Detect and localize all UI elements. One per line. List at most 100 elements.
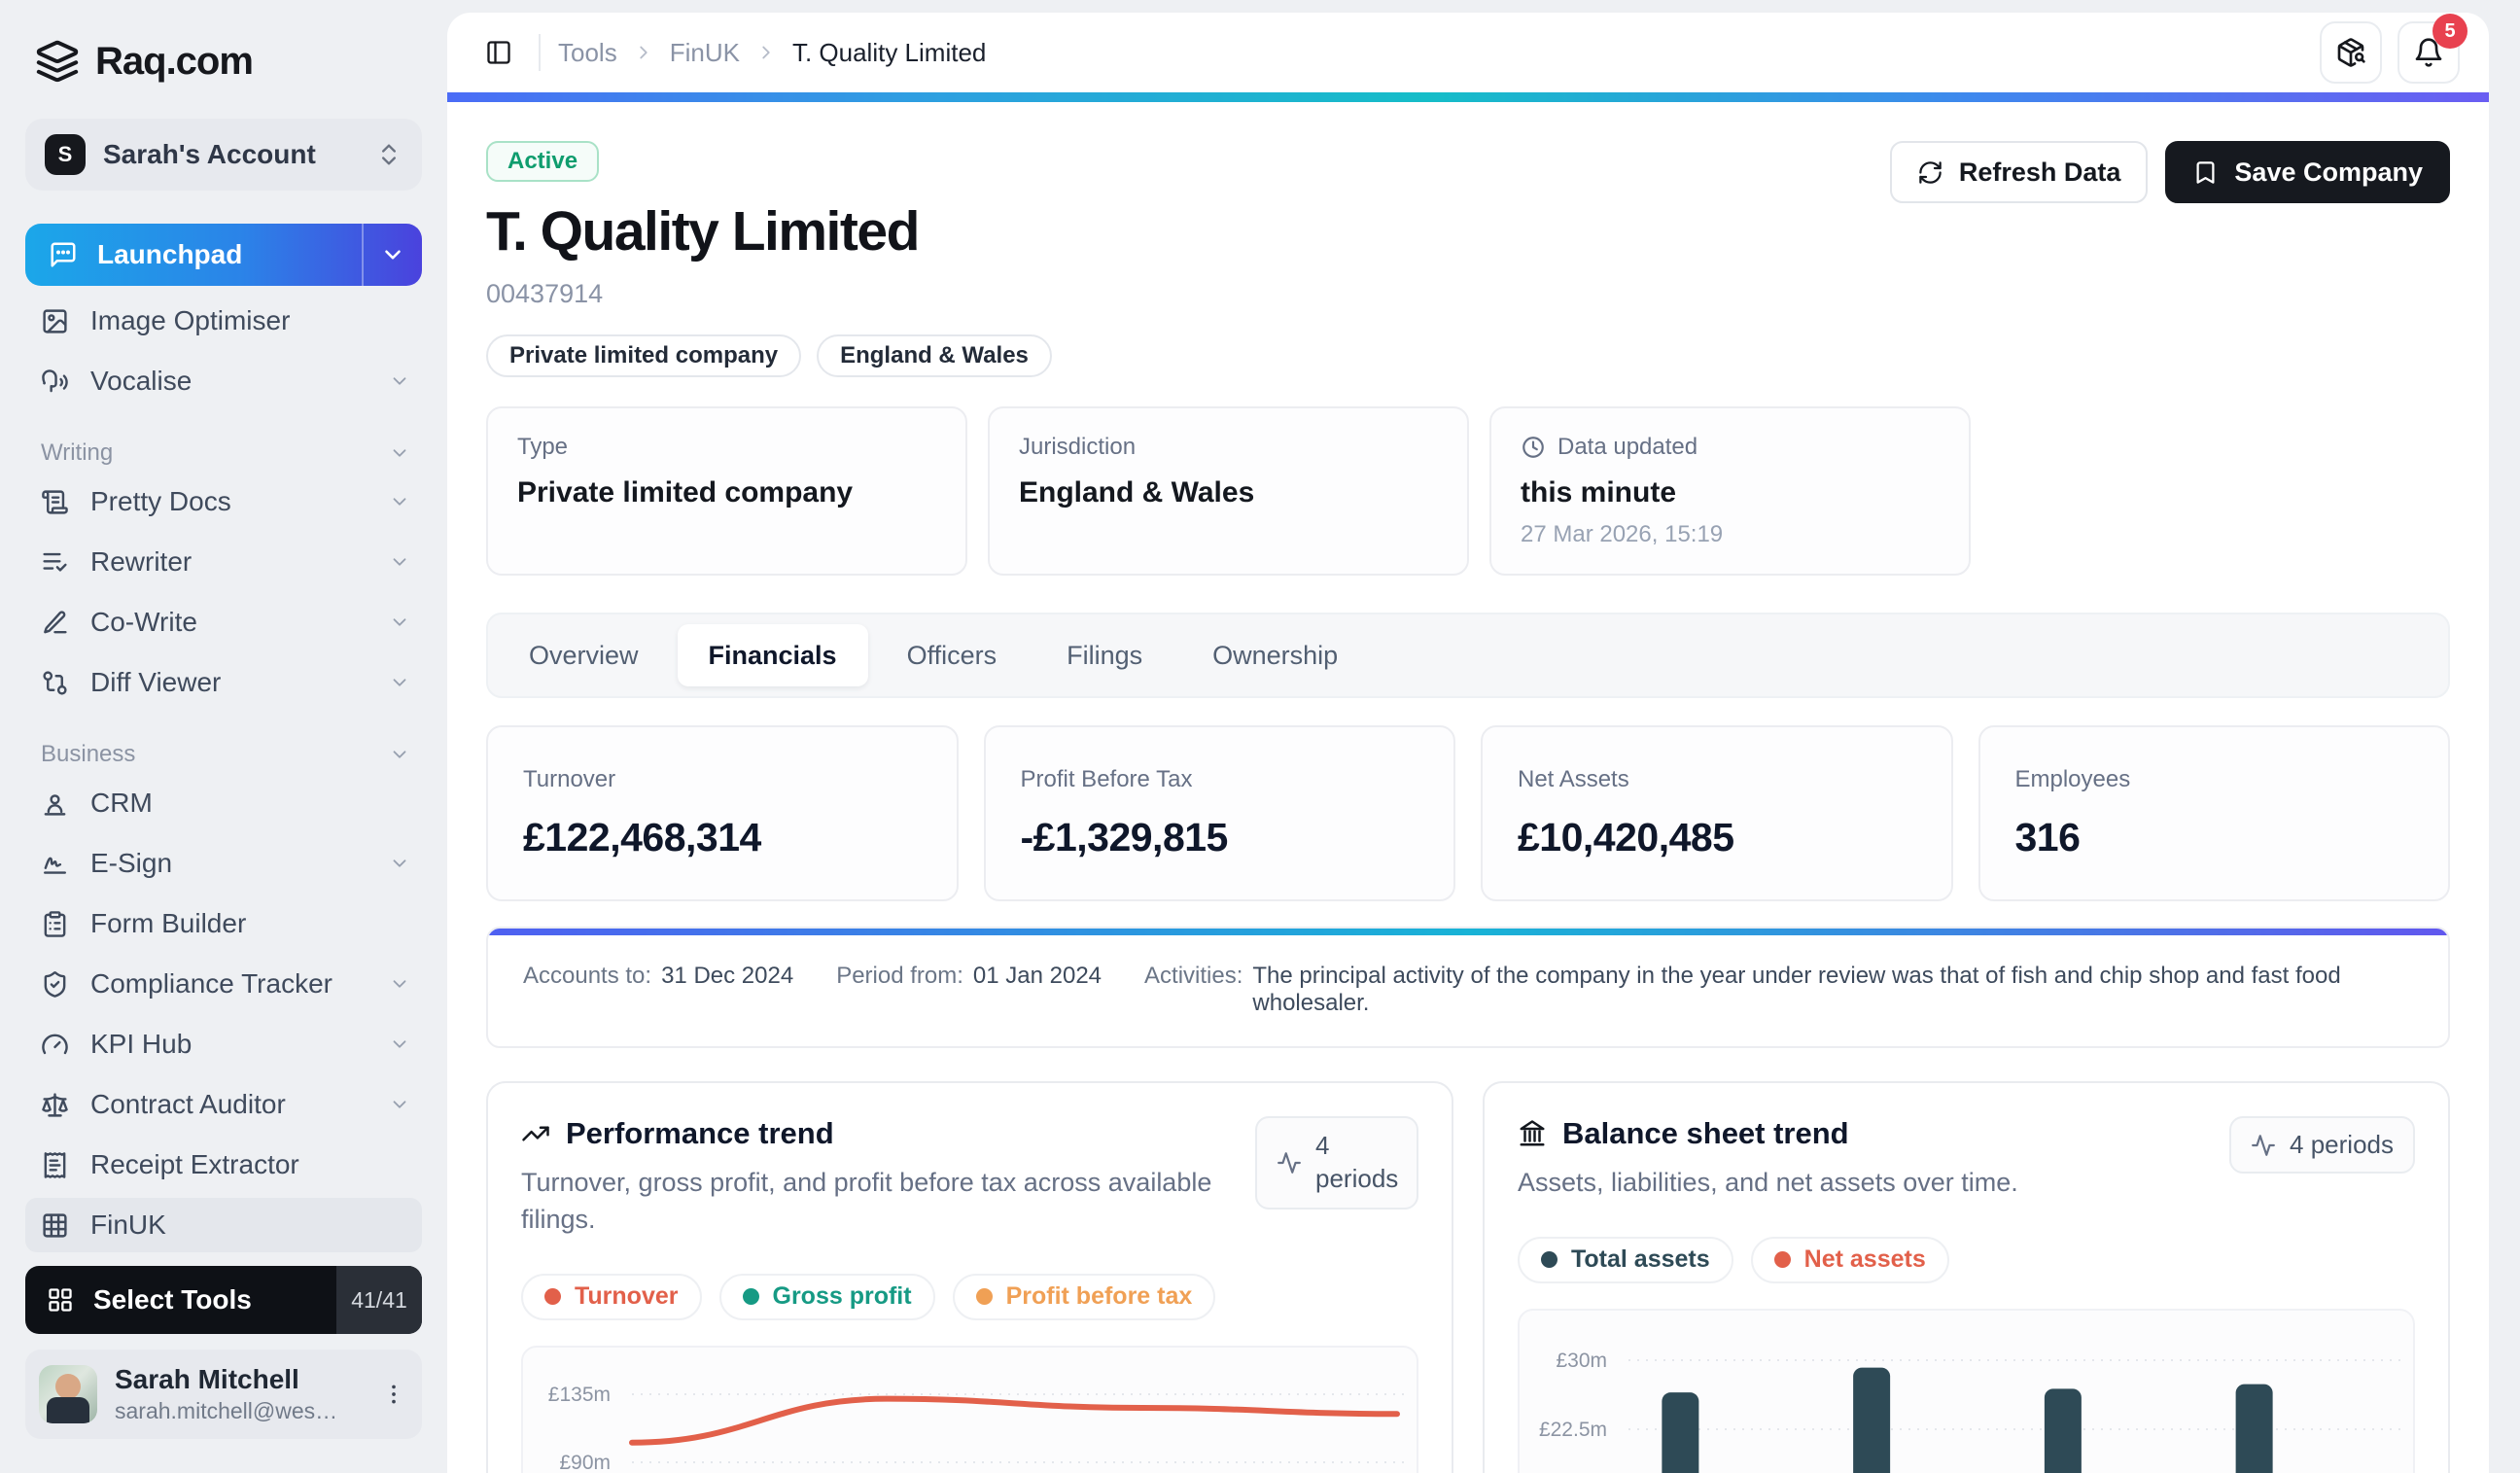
breadcrumb-finuk[interactable]: FinUK	[670, 38, 740, 68]
section-label: Writing	[41, 439, 114, 466]
sidebar-section-writing[interactable]: Writing	[25, 432, 422, 474]
tab-officers[interactable]: Officers	[876, 624, 1029, 686]
user-meta: Sarah Mitchell sarah.mitchell@westbur...	[115, 1364, 362, 1424]
legend-net-assets[interactable]: Net assets	[1750, 1236, 1949, 1283]
accounts-value: 01 Jan 2024	[972, 963, 1102, 989]
sidebar-item-rewriter[interactable]: Rewriter	[25, 535, 422, 589]
accounts-label: Accounts to:	[523, 963, 652, 989]
sidebar-item-vocalise[interactable]: Vocalise	[25, 354, 422, 408]
legend-dot	[975, 1288, 993, 1306]
svg-text:£135m: £135m	[548, 1384, 611, 1406]
tab-financials[interactable]: Financials	[677, 624, 868, 686]
tab-ownership[interactable]: Ownership	[1181, 624, 1369, 686]
activity-icon	[1278, 1151, 1301, 1174]
sidebar-item-co-write[interactable]: Co-Write	[25, 595, 422, 649]
activities-item: Activities: The principal activity of th…	[1144, 963, 2413, 1017]
chevron-down-icon	[385, 250, 401, 260]
sidebar-item-crm[interactable]: CRM	[25, 776, 422, 830]
notifications-button[interactable]: 5	[2398, 14, 2468, 84]
activity-icon	[2252, 1134, 2275, 1156]
sidebar-item-kpi-hub[interactable]: KPI Hub	[25, 1017, 422, 1071]
sidebar-item-label: CRM	[90, 788, 153, 818]
periods-badge: 4 periods	[1255, 1116, 1418, 1210]
account-avatar: S	[45, 134, 86, 175]
sidebar-item-label: Receipt Extractor	[90, 1149, 299, 1179]
tab-filings[interactable]: Filings	[1035, 624, 1173, 686]
chevron-down-icon	[393, 1040, 406, 1048]
panel-left-icon	[487, 41, 510, 64]
tab-overview[interactable]: Overview	[498, 624, 670, 686]
sidebar-item-finuk[interactable]: FinUK	[25, 1198, 422, 1252]
chart-subtitle: Assets, liabilities, and net assets over…	[1518, 1168, 2018, 1197]
balance-legend: Total assets Net assets	[1518, 1236, 2415, 1283]
chevron-down-icon	[393, 618, 406, 626]
chart-title: Balance sheet trend	[1562, 1116, 1849, 1150]
jurisdiction-info-card: Jurisdiction England & Wales	[988, 406, 1469, 576]
accounts-value: The principal activity of the company in…	[1252, 963, 2341, 1016]
sidebar-item-contract-auditor[interactable]: Contract Auditor	[25, 1077, 422, 1132]
chevron-down-icon	[393, 558, 406, 566]
balance-sheet-heading: Balance sheet trend Assets, liabilities,…	[1518, 1116, 2018, 1202]
employees-metric-card: Employees 316	[1978, 725, 2450, 901]
legend-total-assets[interactable]: Total assets	[1518, 1236, 1733, 1283]
topbar-actions: 5	[2320, 14, 2468, 84]
sidebar-item-label: Rewriter	[90, 546, 192, 577]
company-type-chip: Private limited company	[486, 334, 802, 377]
sidebar-item-form-builder[interactable]: Form Builder	[25, 896, 422, 951]
svg-text:£90m: £90m	[559, 1452, 611, 1473]
refresh-data-button[interactable]: Refresh Data	[1889, 141, 2149, 203]
legend-dot	[742, 1288, 759, 1306]
package-search-button[interactable]	[2320, 21, 2382, 84]
launchpad-label: Launchpad	[97, 239, 243, 269]
user-menu-button[interactable]	[379, 1382, 408, 1407]
sidebar-item-pretty-docs[interactable]: Pretty Docs	[25, 474, 422, 529]
company-header-left: Active T. Quality Limited 00437914 Priva…	[486, 141, 1052, 377]
legend-gross-profit[interactable]: Gross profit	[718, 1273, 935, 1320]
breadcrumb: Tools FinUK T. Quality Limited	[558, 38, 2302, 68]
info-card-grid: Type Private limited company Jurisdictio…	[486, 406, 2450, 576]
bookmark-icon	[2196, 160, 2215, 184]
breadcrumb-current: T. Quality Limited	[791, 37, 987, 67]
net-assets-metric-card: Net Assets £10,420,485	[1481, 725, 1953, 901]
launchpad-expand-button[interactable]	[364, 224, 422, 286]
brand-name: Raq.com	[95, 39, 254, 83]
sidebar-item-receipt-extractor[interactable]: Receipt Extractor	[25, 1138, 422, 1192]
refresh-icon	[1919, 160, 1942, 184]
sidebar-item-label: FinUK	[90, 1210, 166, 1240]
launchpad-main[interactable]: Launchpad	[25, 224, 362, 286]
legend-profit-before-tax[interactable]: Profit before tax	[952, 1273, 1216, 1320]
launchpad-button[interactable]: Launchpad	[25, 224, 422, 286]
jurisdiction-chip: England & Wales	[817, 334, 1052, 377]
layers-logo-icon	[36, 40, 79, 83]
account-switcher[interactable]: S Sarah's Account	[25, 119, 422, 191]
sidebar-item-label: Contract Auditor	[90, 1089, 286, 1119]
sidebar-item-label: E-Sign	[90, 848, 173, 878]
sidebar-item-image-optimiser[interactable]: Image Optimiser	[25, 294, 422, 348]
legend-label: Total assets	[1571, 1245, 1710, 1274]
periods-label: 4 periods	[1315, 1131, 1399, 1193]
info-value: Private limited company	[517, 476, 854, 509]
breadcrumb-tools[interactable]: Tools	[558, 38, 617, 68]
user-card[interactable]: Sarah Mitchell sarah.mitchell@westbur...	[25, 1350, 422, 1439]
legend-turnover[interactable]: Turnover	[521, 1273, 702, 1320]
chevron-down-icon	[393, 449, 406, 457]
sidebar-toggle-button[interactable]	[476, 30, 521, 75]
chart-title: Performance trend	[566, 1116, 834, 1150]
landmark-icon	[1520, 1120, 1545, 1146]
sidebar-item-compliance-tracker[interactable]: Compliance Tracker	[25, 957, 422, 1011]
sidebar-item-label: Image Optimiser	[90, 305, 291, 335]
accounts-label: Period from:	[836, 963, 963, 989]
metric-label: Net Assets	[1518, 766, 1629, 792]
sidebar-section-business[interactable]: Business	[25, 733, 422, 776]
sidebar-item-label: Pretty Docs	[90, 486, 231, 516]
sidebar-item-e-sign[interactable]: E-Sign	[25, 836, 422, 891]
select-tools-button[interactable]: Select Tools 41/41	[25, 1266, 422, 1334]
save-company-button[interactable]: Save Company	[2165, 141, 2450, 203]
list-check-icon	[43, 552, 67, 572]
sidebar-item-diff-viewer[interactable]: Diff Viewer	[25, 655, 422, 710]
accounts-to-item: Accounts to: 31 Dec 2024	[523, 963, 793, 990]
chevrons-up-down-icon	[382, 144, 396, 165]
metric-label: Turnover	[523, 766, 616, 792]
sidebar: Raq.com S Sarah's Account Launchpad Imag…	[0, 0, 447, 1473]
metric-value: 316	[2014, 815, 2081, 859]
